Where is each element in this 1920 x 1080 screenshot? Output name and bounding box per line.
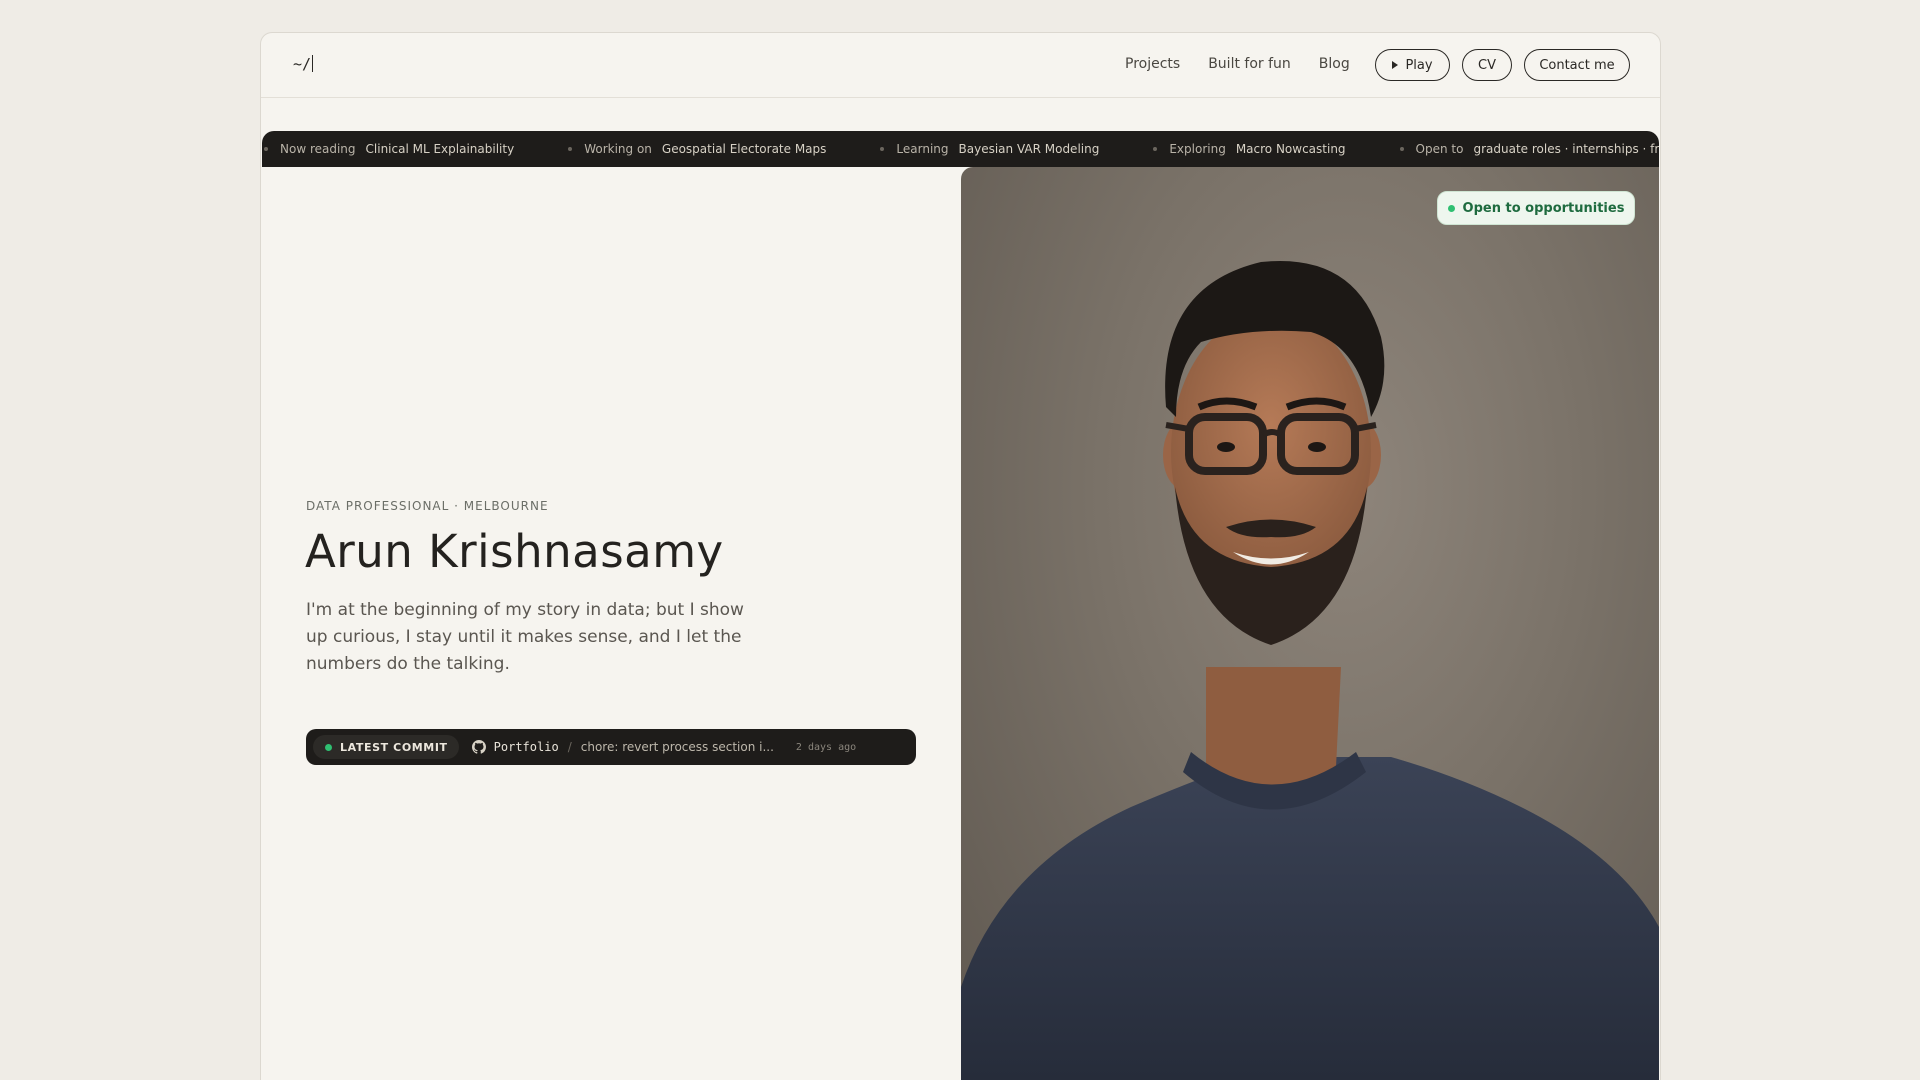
open-to-opportunities-badge: Open to opportunities — [1437, 191, 1635, 225]
top-nav: ~/ Projects Built for fun Blog Play CV C… — [261, 33, 1660, 98]
page-frame: ~/ Projects Built for fun Blog Play CV C… — [260, 32, 1661, 1080]
commit-repo: Portfolio — [493, 740, 559, 754]
play-icon — [1392, 61, 1399, 69]
site-logo[interactable]: ~/ — [293, 55, 314, 73]
bullet-icon — [1399, 147, 1404, 151]
hero-eyebrow: DATA PROFESSIONAL · MELBOURNE — [306, 499, 549, 513]
ticker-item: Exploring Macro Nowcasting — [1153, 142, 1346, 156]
commit-time: 2 days ago — [795, 741, 857, 753]
status-dot-icon — [325, 743, 332, 751]
contact-button[interactable]: Contact me — [1524, 49, 1630, 81]
cv-button[interactable]: CV — [1462, 49, 1512, 81]
ticker-track: Now reading Clinical ML Explainability Wo… — [264, 131, 1659, 167]
ticker-item: Working on Geospatial Electorate Maps — [568, 142, 826, 156]
ticker-item: Now reading Clinical ML Explainability — [264, 142, 514, 156]
latest-commit-bar[interactable]: LATEST COMMIT Portfolio / chore: revert … — [306, 729, 916, 765]
bullet-icon — [568, 147, 573, 151]
nav-link-built-for-fun[interactable]: Built for fun — [1208, 56, 1291, 72]
github-icon — [471, 740, 486, 754]
profile-photo: Open to opportunities — [961, 167, 1659, 1080]
commit-message: chore: revert process section i... — [580, 740, 774, 754]
bullet-icon — [264, 147, 268, 151]
status-ticker: Now reading Clinical ML Explainability Wo… — [262, 131, 1659, 167]
hero-name: Arun Krishnasamy — [305, 525, 724, 578]
nav-link-blog[interactable]: Blog — [1319, 56, 1350, 72]
play-button[interactable]: Play — [1375, 49, 1450, 81]
nav-link-projects[interactable]: Projects — [1125, 56, 1180, 72]
nav-links: Projects Built for fun Blog — [1125, 56, 1350, 72]
hero-bio: I'm at the beginning of my story in data… — [306, 600, 744, 674]
cursor-caret — [312, 55, 314, 72]
latest-commit-badge: LATEST COMMIT — [313, 735, 459, 759]
ticker-item: Learning Bayesian VAR Modeling — [880, 142, 1099, 156]
portrait-illustration — [961, 260, 1659, 1080]
bullet-icon — [1153, 147, 1158, 151]
bullet-icon — [880, 147, 885, 151]
commit-separator: / — [567, 740, 572, 754]
ticker-item: Open to graduate roles · internships · fr… — [1399, 142, 1659, 156]
status-dot-icon — [1447, 204, 1455, 212]
